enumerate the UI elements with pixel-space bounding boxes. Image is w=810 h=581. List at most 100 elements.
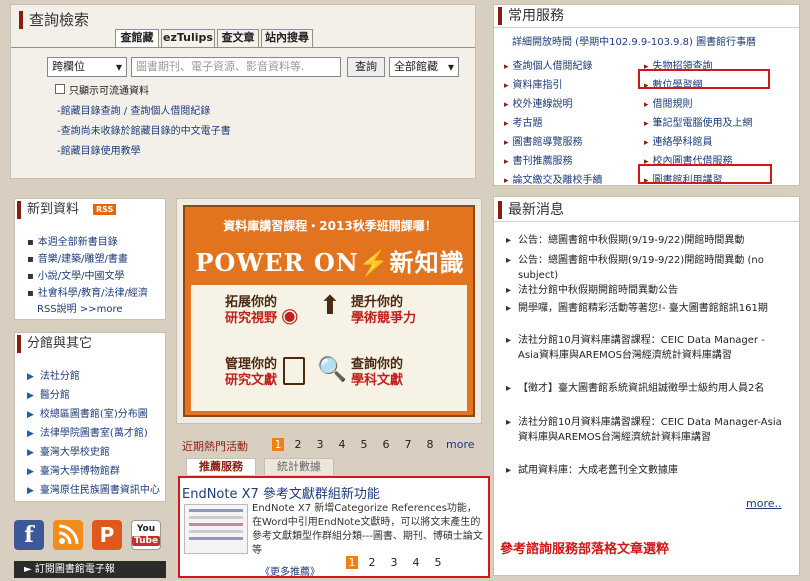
new-music-arch[interactable]: 音樂/建築/雕塑/書畫 (27, 250, 128, 265)
scope-select[interactable]: 全部館藏 (389, 57, 459, 77)
services-title: 常用服務 (498, 7, 564, 25)
svc-borrow-record[interactable]: 查詢個人借閱紀錄 (504, 57, 593, 72)
svc-borrow-rules[interactable]: 借閱規則 (644, 95, 693, 110)
svc-past-exams[interactable]: 考古題 (504, 114, 543, 129)
news-item[interactable]: 開學囉，圖書館精彩活動等著您!- 臺大圖書館館訊161期 (506, 301, 788, 316)
banner-title: 資料庫講習課程・2013秋季班開課囉！ (223, 219, 437, 233)
plurk-icon[interactable]: P (92, 520, 122, 550)
activity-page-2[interactable]: 2 (292, 438, 304, 451)
new-literature[interactable]: 小說/文學/中國文學 (27, 267, 125, 282)
new-resources-panel: 新到資料 RSS 本週全部新書目錄 音樂/建築/雕塑/書畫 小說/文學/中國文學… (14, 198, 166, 320)
tab-divider (11, 47, 475, 48)
news-title: 最新消息 (498, 201, 564, 219)
search-button[interactable]: 查詢 (347, 57, 385, 77)
recommend-more-link[interactable]: 《更多推薦》 (260, 563, 320, 578)
activity-page-3[interactable]: 3 (314, 438, 326, 451)
recommend-box: EndNote X7 參考文獻群組新功能 EndNote X7 新增Catego… (178, 476, 490, 578)
banner-q1: 拓展你的 研究視野 (224, 295, 277, 326)
link-catalog-query[interactable]: -館藏目錄查詢 / 查詢個人借閱紀錄 (57, 102, 210, 117)
opening-hours-link[interactable]: 詳細開放時間 (學期中102.9.9-103.9.8) 圖書館行事曆 (512, 33, 756, 48)
banner-panel: 資料庫講習課程・2013秋季班開課囉！ POWER ON⚡新知識 拓展你的 研究視… (176, 198, 482, 424)
svc-thesis[interactable]: 論文繳交及離校手續 (504, 171, 603, 186)
activity-page-1[interactable]: 1 (272, 438, 284, 451)
activity-page-8[interactable]: 8 (424, 438, 436, 451)
recommend-page-1[interactable]: 1 (346, 556, 358, 569)
facebook-icon[interactable]: f (14, 520, 44, 550)
available-checkbox-label: 只顯示可流通資料 (69, 86, 149, 97)
divider (494, 27, 799, 28)
activity-page-7[interactable]: 7 (402, 438, 414, 451)
recommend-page-5[interactable]: 5 (432, 556, 444, 569)
youtube-icon[interactable]: You Tube (131, 520, 161, 550)
branch-medical[interactable]: 醫分館 (27, 386, 70, 401)
tab-recommend[interactable]: 推薦服務 (186, 458, 256, 475)
search-input[interactable]: 圖書期刊、電子資源、影音資料等. (131, 57, 341, 77)
eye-icon: ◉ (281, 303, 299, 327)
new-resources-title: 新到資料 (17, 201, 79, 219)
activity-more-link[interactable]: more (446, 438, 475, 451)
search-title: 查詢檢索 (19, 11, 89, 29)
news-item[interactable]: 法社分館中秋假期開館時間異動公告 (506, 283, 788, 298)
document-icon (283, 357, 305, 385)
news-panel: 最新消息 公告：總圖書館中秋假期(9/19-9/22)開館時間異動 公告：總圖書… (493, 196, 800, 576)
svc-laptop[interactable]: 筆記型電腦使用及上網 (644, 114, 753, 129)
banner-q3: 管理你的 研究文獻 (224, 357, 277, 388)
recommend-body: EndNote X7 新增Categorize References功能，在Wo… (252, 503, 483, 556)
new-social-science[interactable]: 社會科學/教育/法律/經濟 (27, 284, 148, 299)
article-thumbnail (184, 504, 248, 554)
branch-map[interactable]: 校總區圖書館(室)分布圖 (27, 405, 148, 420)
branch-history[interactable]: 臺灣大學校史館 (27, 443, 110, 458)
banner-content: 拓展你的 研究視野 ◉ ⬆ 提升你的 學術競爭力 管理你的 研究文獻 🔍 查詢你的 學科… (191, 285, 467, 411)
recommend-page-3[interactable]: 3 (388, 556, 400, 569)
tab-articles[interactable]: 查文章 (217, 29, 259, 47)
search-panel: 查詢檢索 查館藏 ezTulips 查文章 站內搜尋 跨欄位 圖書期刊、電子資源… (10, 4, 476, 179)
activity-page-4[interactable]: 4 (336, 438, 348, 451)
field-select[interactable]: 跨欄位 (47, 57, 127, 77)
news-more-link[interactable]: more.. (746, 497, 782, 510)
annotation-text: 參考諮詢服務部落格文章選粹 (500, 542, 670, 557)
svc-book-recommend[interactable]: 書刊推薦服務 (504, 152, 573, 167)
banner-image[interactable]: 資料庫講習課程・2013秋季班開課囉！ POWER ON⚡新知識 拓展你的 研究視… (183, 205, 475, 417)
news-item[interactable]: 試用資料庫：大成老舊刊全文數據庫 (506, 463, 788, 478)
branch-law-social[interactable]: 法社分館 (27, 367, 80, 382)
subscribe-newsletter[interactable]: ► 訂閱圖書館電子報 (14, 561, 166, 578)
banner-q2: 提升你的 學術競爭力 (351, 295, 417, 326)
tab-eztulips[interactable]: ezTulips (161, 29, 215, 47)
tab-site-search[interactable]: 站內搜尋 (261, 29, 313, 47)
activity-page-5[interactable]: 5 (358, 438, 370, 451)
branch-museums[interactable]: 臺灣大學博物館群 (27, 462, 120, 477)
tab-statistics[interactable]: 統計數據 (264, 458, 334, 475)
tab-catalog[interactable]: 查館藏 (115, 29, 159, 47)
activity-page-6[interactable]: 6 (380, 438, 392, 451)
available-checkbox[interactable] (55, 84, 65, 94)
news-item[interactable]: 公告：總圖書館中秋假期(9/19-9/22)開館時間異動 (506, 233, 788, 248)
link-catalog-tutorial[interactable]: -館藏目錄使用教學 (57, 142, 141, 157)
svc-database-guide[interactable]: 資料庫指引 (504, 76, 563, 91)
branch-law-college[interactable]: 法律學院圖書室(萬才館) (27, 424, 148, 439)
svc-off-campus[interactable]: 校外連線說明 (504, 95, 573, 110)
link-ebooks-not-cataloged[interactable]: -查詢尚未收錄於館藏目錄的中文電子書 (57, 122, 231, 137)
branches-title: 分館與其它 (17, 335, 92, 353)
new-book-list[interactable]: 本週全部新書目錄 (27, 233, 118, 248)
recommend-heading[interactable]: EndNote X7 參考文獻群組新功能 (182, 483, 380, 502)
news-item[interactable]: 法社分館10月資料庫講習課程：CEIC Data Manager - Asia資… (506, 333, 788, 363)
arrow-up-icon: ⬆ (319, 291, 341, 321)
svc-tour[interactable]: 圖書館導覽服務 (504, 133, 583, 148)
news-item[interactable]: 法社分館10月資料庫講習課程：CEIC Data Manager-Asia資料庫… (506, 415, 788, 445)
search-plus-icon: 🔍 (317, 355, 347, 383)
banner-headline: POWER ON⚡新知識 (195, 248, 465, 277)
rss-badge[interactable]: RSS (93, 204, 117, 215)
highlight-box (638, 69, 770, 89)
rss-more-link[interactable]: RSS說明 >>more (37, 300, 122, 315)
rss-icon[interactable] (53, 520, 83, 550)
news-item[interactable]: 公告：總圖書館中秋假期(9/19-9/22)開館時間異動 (no subject… (506, 253, 788, 283)
banner-q4: 查詢你的 學科文獻 (351, 357, 404, 388)
recommend-page-4[interactable]: 4 (410, 556, 422, 569)
news-item[interactable]: 【徵才】臺大圖書館系統資訊組誠徵學士級約用人員2名 (506, 381, 788, 396)
services-panel: 常用服務 詳細開放時間 (學期中102.9.9-103.9.8) 圖書館行事曆 … (493, 4, 800, 186)
branch-indigenous[interactable]: 臺灣原住民族圖書資訊中心 (27, 481, 160, 496)
svc-subject-librarian[interactable]: 連絡學科館員 (644, 133, 713, 148)
recommend-page-2[interactable]: 2 (366, 556, 378, 569)
branches-panel: 分館與其它 法社分館 醫分館 校總區圖書館(室)分布圖 法律學院圖書室(萬才館)… (14, 332, 166, 502)
activity-label: 近期熱門活動 (182, 440, 248, 453)
